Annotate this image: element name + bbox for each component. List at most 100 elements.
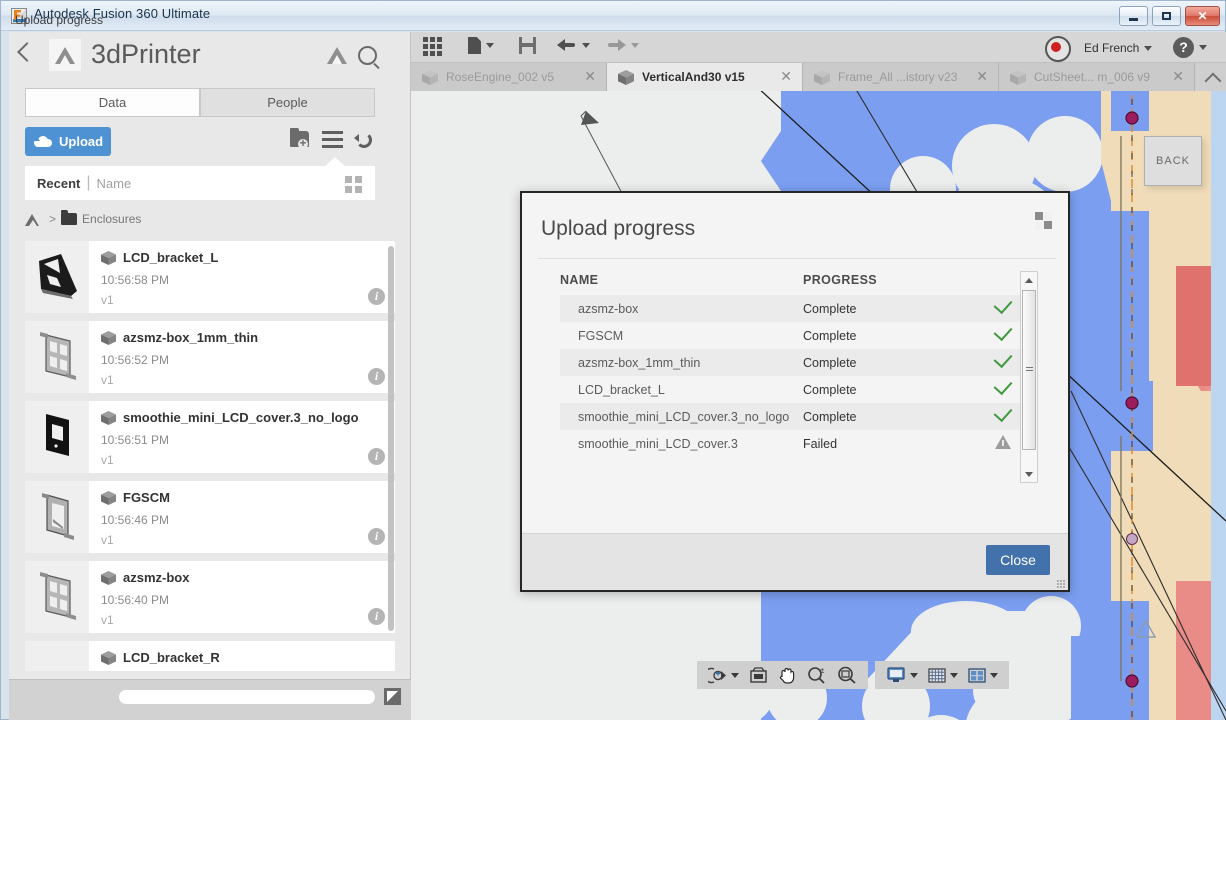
row-status-icon — [983, 435, 1023, 452]
file-thumbnail — [25, 241, 89, 313]
row-status-icon — [983, 348, 1023, 370]
cube-icon — [101, 490, 116, 505]
row-name: azsmz-box_1mm_thin — [578, 355, 701, 370]
table-row[interactable]: LCD_bracket_L Complete — [560, 375, 1038, 403]
tab-people[interactable]: People — [200, 88, 375, 117]
hub-icon[interactable] — [327, 47, 347, 64]
dialog-scrollbar[interactable] — [1020, 271, 1038, 483]
maximize-icon — [1153, 7, 1180, 25]
table-row[interactable]: azsmz-box_1mm_thin Complete — [560, 348, 1038, 376]
new-folder-icon[interactable] — [290, 128, 309, 149]
row-status-icon — [983, 402, 1023, 424]
row-status-icon — [983, 321, 1023, 343]
file-info: smoothie_mini_LCD_cover.3_no_logo 10:56:… — [89, 401, 395, 473]
info-icon[interactable]: i — [368, 608, 385, 625]
breadcrumb-folder-label[interactable]: Enclosures — [82, 212, 141, 226]
scroll-up-arrow[interactable] — [1021, 272, 1037, 288]
list-item[interactable]: FGSCM 10:56:46 PM v1 i — [25, 481, 395, 553]
file-info: LCD_bracket_L 10:56:58 PM v1 i — [89, 241, 395, 313]
file-thumbnail — [25, 641, 89, 671]
viewports-icon[interactable] — [968, 667, 998, 684]
sort-name-label[interactable]: Name — [97, 176, 132, 191]
table-row[interactable]: azsmz-box Complete — [560, 294, 1038, 322]
help-icon: ? — [1173, 37, 1194, 58]
undo-button[interactable] — [557, 37, 590, 53]
chevron-down-icon — [582, 42, 590, 48]
info-icon[interactable]: i — [368, 528, 385, 545]
tab-close-icon[interactable]: ✕ — [584, 69, 596, 83]
fit-icon[interactable] — [749, 666, 768, 684]
window-maximize-button[interactable] — [1152, 6, 1181, 26]
chevron-down-icon — [910, 672, 918, 678]
tab-frameall[interactable]: Frame_All ...istory v23 ✕ — [803, 63, 999, 91]
row-status-icon — [983, 375, 1023, 397]
close-button[interactable]: Close — [986, 545, 1050, 575]
view-cube[interactable]: BACK — [1144, 136, 1202, 186]
scrollbar-thumb[interactable] — [1022, 290, 1036, 450]
app-grid-icon[interactable] — [423, 37, 442, 56]
info-icon[interactable]: i — [368, 448, 385, 465]
file-thumbnail — [25, 561, 89, 633]
application-toolbar: Ed French ? — [411, 32, 1226, 63]
dialog-restore-icon[interactable] — [1035, 212, 1052, 229]
refresh-icon[interactable] — [354, 131, 373, 149]
file-name: smoothie_mini_LCD_cover.3_no_logo — [123, 410, 359, 425]
tab-roseengine[interactable]: RoseEngine_002 v5 ✕ — [411, 63, 607, 91]
sort-recent-label[interactable]: Recent — [37, 176, 80, 191]
screen-record-button[interactable] — [1045, 36, 1071, 62]
list-item[interactable]: LCD_bracket_R — [25, 641, 395, 671]
upload-button[interactable]: Upload — [25, 127, 111, 156]
search-icon[interactable] — [358, 46, 377, 70]
chevron-down-icon — [486, 43, 494, 48]
sortbar-caret — [323, 157, 347, 168]
data-panel-scrollbar[interactable] — [388, 246, 394, 631]
table-row[interactable]: FGSCM Complete — [560, 321, 1038, 349]
tab-close-icon[interactable]: ✕ — [976, 69, 988, 83]
user-name: Ed French — [1084, 41, 1140, 55]
display-settings-icon[interactable] — [886, 666, 918, 684]
zoom-window-icon[interactable] — [837, 666, 857, 684]
save-button[interactable] — [519, 37, 536, 54]
help-menu[interactable]: ? — [1173, 37, 1207, 58]
grid-snap-icon[interactable] — [928, 667, 958, 684]
cube-icon — [101, 250, 116, 265]
tab-close-icon[interactable]: ✕ — [780, 69, 792, 83]
info-icon[interactable]: i — [368, 288, 385, 305]
pan-icon[interactable] — [778, 666, 797, 685]
tab-verticaland30[interactable]: VerticalAnd30 v15 ✕ — [607, 63, 803, 91]
list-item[interactable]: azsmz-box 10:56:40 PM v1 i — [25, 561, 395, 633]
tab-data[interactable]: Data — [25, 88, 200, 117]
list-item[interactable]: smoothie_mini_LCD_cover.3_no_logo 10:56:… — [25, 401, 395, 473]
zoom-icon[interactable]: ± — [807, 666, 827, 684]
breadcrumb-hub-icon[interactable] — [25, 213, 40, 226]
window-close-button[interactable]: ✕ — [1185, 6, 1220, 26]
nav-group-view: ± — [697, 661, 868, 689]
dialog-resize-grip[interactable] — [1057, 580, 1065, 588]
new-document-button[interactable] — [468, 37, 494, 54]
table-row[interactable]: smoothie_mini_LCD_cover.3_no_logo Comple… — [560, 402, 1038, 430]
row-status-icon — [983, 294, 1023, 316]
table-row[interactable]: smoothie_mini_LCD_cover.3 Failed — [560, 430, 1038, 457]
hub-badge[interactable] — [49, 39, 81, 71]
cube-icon — [422, 69, 438, 85]
redo-button[interactable] — [606, 37, 639, 53]
expand-dialog-icon[interactable] — [384, 688, 401, 705]
file-version: v1 — [101, 293, 114, 307]
check-icon — [993, 402, 1013, 422]
view-grid-icon[interactable] — [345, 176, 362, 193]
tab-close-icon[interactable]: ✕ — [1172, 69, 1184, 83]
scroll-down-arrow[interactable] — [1021, 466, 1037, 482]
tabs-collapse-icon[interactable] — [1204, 68, 1222, 86]
list-item[interactable]: azsmz-box_1mm_thin 10:56:52 PM v1 i — [25, 321, 395, 393]
dialog-divider — [538, 258, 1056, 259]
tab-cutsheet[interactable]: CutSheet... m_006 v9 ✕ — [999, 63, 1195, 91]
chevron-down-icon — [1144, 45, 1153, 51]
window-minimize-button[interactable] — [1119, 6, 1148, 26]
orbit-icon[interactable] — [708, 667, 739, 684]
info-icon[interactable]: i — [368, 368, 385, 385]
file-version: v1 — [101, 613, 114, 627]
user-menu[interactable]: Ed French — [1084, 41, 1153, 55]
panel-menu-icon[interactable] — [322, 131, 343, 152]
minimize-icon — [1120, 7, 1147, 25]
list-item[interactable]: LCD_bracket_L 10:56:58 PM v1 i — [25, 241, 395, 313]
